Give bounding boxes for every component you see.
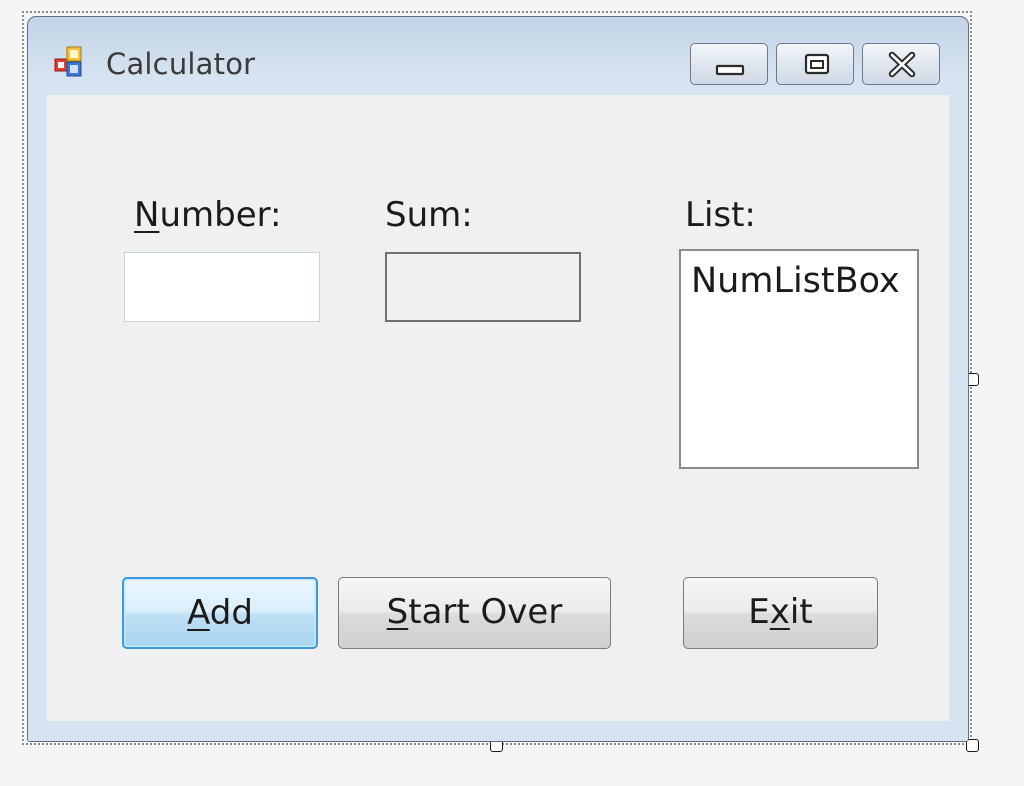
- number-label-text: umber:: [159, 195, 282, 235]
- form-icon: [54, 46, 90, 82]
- list-label: List:: [685, 195, 756, 235]
- number-input[interactable]: [124, 252, 320, 322]
- add-button-mnemonic: A: [187, 593, 210, 633]
- add-button[interactable]: Add: [122, 577, 318, 649]
- sum-output: [385, 252, 581, 322]
- calculator-window: Calculator Number: Sum: List: NumListBox…: [27, 16, 969, 742]
- close-button[interactable]: [862, 43, 940, 85]
- maximize-icon: [804, 53, 830, 75]
- exit-button-text-post: it: [789, 592, 813, 632]
- start-over-button-mnemonic: S: [386, 592, 409, 632]
- maximize-button[interactable]: [776, 43, 854, 85]
- exit-button-mnemonic: x: [769, 592, 790, 632]
- add-button-text: dd: [209, 593, 253, 633]
- exit-button-text-pre: E: [748, 592, 770, 632]
- number-label: Number:: [134, 195, 281, 235]
- exit-button[interactable]: Exit: [683, 577, 878, 649]
- list-item[interactable]: NumListBox: [691, 261, 900, 301]
- number-label-mnemonic: N: [134, 195, 160, 235]
- minimize-button[interactable]: [690, 43, 768, 85]
- start-over-button[interactable]: Start Over: [338, 577, 611, 649]
- window-title: Calculator: [106, 47, 256, 81]
- form-client-area: Number: Sum: List: NumListBox Add Start …: [47, 95, 949, 721]
- title-bar[interactable]: Calculator: [28, 17, 968, 95]
- minimize-icon: [715, 64, 745, 76]
- close-icon: [888, 51, 916, 78]
- number-listbox[interactable]: NumListBox: [679, 249, 919, 469]
- start-over-button-text: tart Over: [408, 592, 563, 632]
- sum-label: Sum:: [385, 195, 473, 235]
